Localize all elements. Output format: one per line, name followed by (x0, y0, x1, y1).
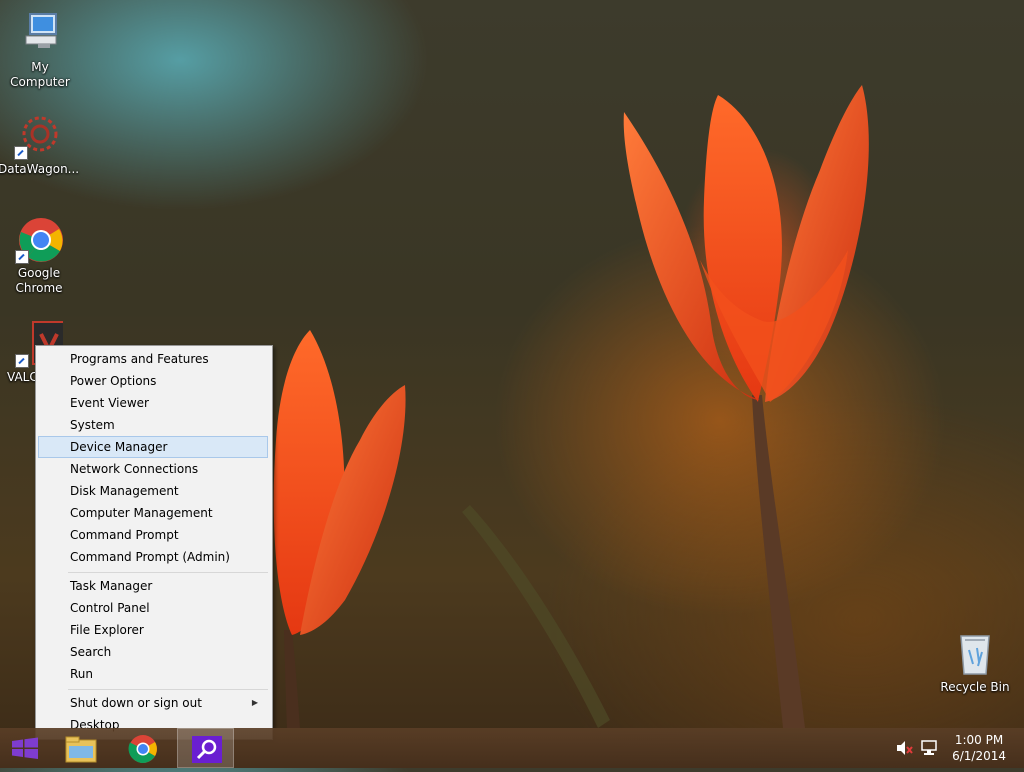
taskbar: 1:00 PM 6/1/2014 (0, 728, 1024, 768)
menu-item-event-viewer[interactable]: Event Viewer (38, 392, 268, 414)
recycle-bin-icon (951, 630, 999, 678)
desktop-icon-label: Recycle Bin (940, 680, 1010, 694)
menu-separator (68, 572, 268, 573)
menu-item-label: Shut down or sign out (70, 696, 202, 710)
speaker-muted-icon[interactable] (896, 740, 914, 756)
menu-item-task-manager[interactable]: Task Manager (38, 575, 268, 597)
menu-item-programs-and-features[interactable]: Programs and Features (38, 348, 268, 370)
menu-item-shut-down-or-sign-out[interactable]: Shut down or sign out ▶ (38, 692, 268, 714)
computer-icon (16, 10, 64, 58)
network-icon[interactable] (920, 740, 938, 756)
desktop-icon-label: My Computer (10, 60, 70, 89)
desktop-icon-label: Google Chrome (15, 266, 63, 295)
menu-item-disk-management[interactable]: Disk Management (38, 480, 268, 502)
menu-item-system[interactable]: System (38, 414, 268, 436)
search-magnifier-icon (192, 736, 222, 763)
menu-item-control-panel[interactable]: Control Panel (38, 597, 268, 619)
menu-item-file-explorer[interactable]: File Explorer (38, 619, 268, 641)
shortcut-arrow-icon (15, 250, 29, 264)
menu-item-power-options[interactable]: Power Options (38, 370, 268, 392)
clock-date: 6/1/2014 (952, 749, 1006, 763)
menu-item-search[interactable]: Search (38, 641, 268, 663)
shortcut-arrow-icon (15, 354, 29, 368)
menu-item-run[interactable]: Run (38, 663, 268, 685)
shortcut-arrow-icon (14, 146, 28, 160)
taskbar-clock[interactable]: 1:00 PM 6/1/2014 (952, 732, 1006, 764)
clock-time: 1:00 PM (954, 733, 1004, 747)
menu-item-computer-management[interactable]: Computer Management (38, 502, 268, 524)
taskbar-chrome[interactable] (117, 728, 169, 768)
menu-item-network-connections[interactable]: Network Connections (38, 458, 268, 480)
start-button[interactable] (0, 728, 50, 768)
taskbar-search[interactable] (177, 728, 234, 768)
submenu-arrow-icon: ▶ (251, 698, 258, 707)
menu-item-command-prompt-admin[interactable]: Command Prompt (Admin) (38, 546, 268, 568)
desktop-icon-datawagon[interactable]: DataWagon... (0, 112, 80, 177)
chrome-icon (128, 735, 157, 763)
menu-separator (68, 689, 268, 690)
desktop-icon-label: DataWagon... (0, 162, 80, 176)
menu-item-command-prompt[interactable]: Command Prompt (38, 524, 268, 546)
power-user-menu: Programs and Features Power Options Even… (35, 345, 273, 740)
desktop-icon-my-computer[interactable]: My Computer (0, 10, 80, 90)
taskbar-file-explorer[interactable] (55, 728, 107, 768)
menu-item-device-manager[interactable]: Device Manager (38, 436, 268, 458)
desktop-icon-google-chrome[interactable]: Google Chrome (0, 216, 79, 296)
desktop-icon-recycle-bin[interactable]: Recycle Bin (935, 630, 1015, 695)
windows-start-icon (12, 737, 38, 759)
chrome-icon (15, 216, 63, 264)
datawagon-icon (14, 112, 62, 160)
file-explorer-icon (65, 736, 97, 763)
